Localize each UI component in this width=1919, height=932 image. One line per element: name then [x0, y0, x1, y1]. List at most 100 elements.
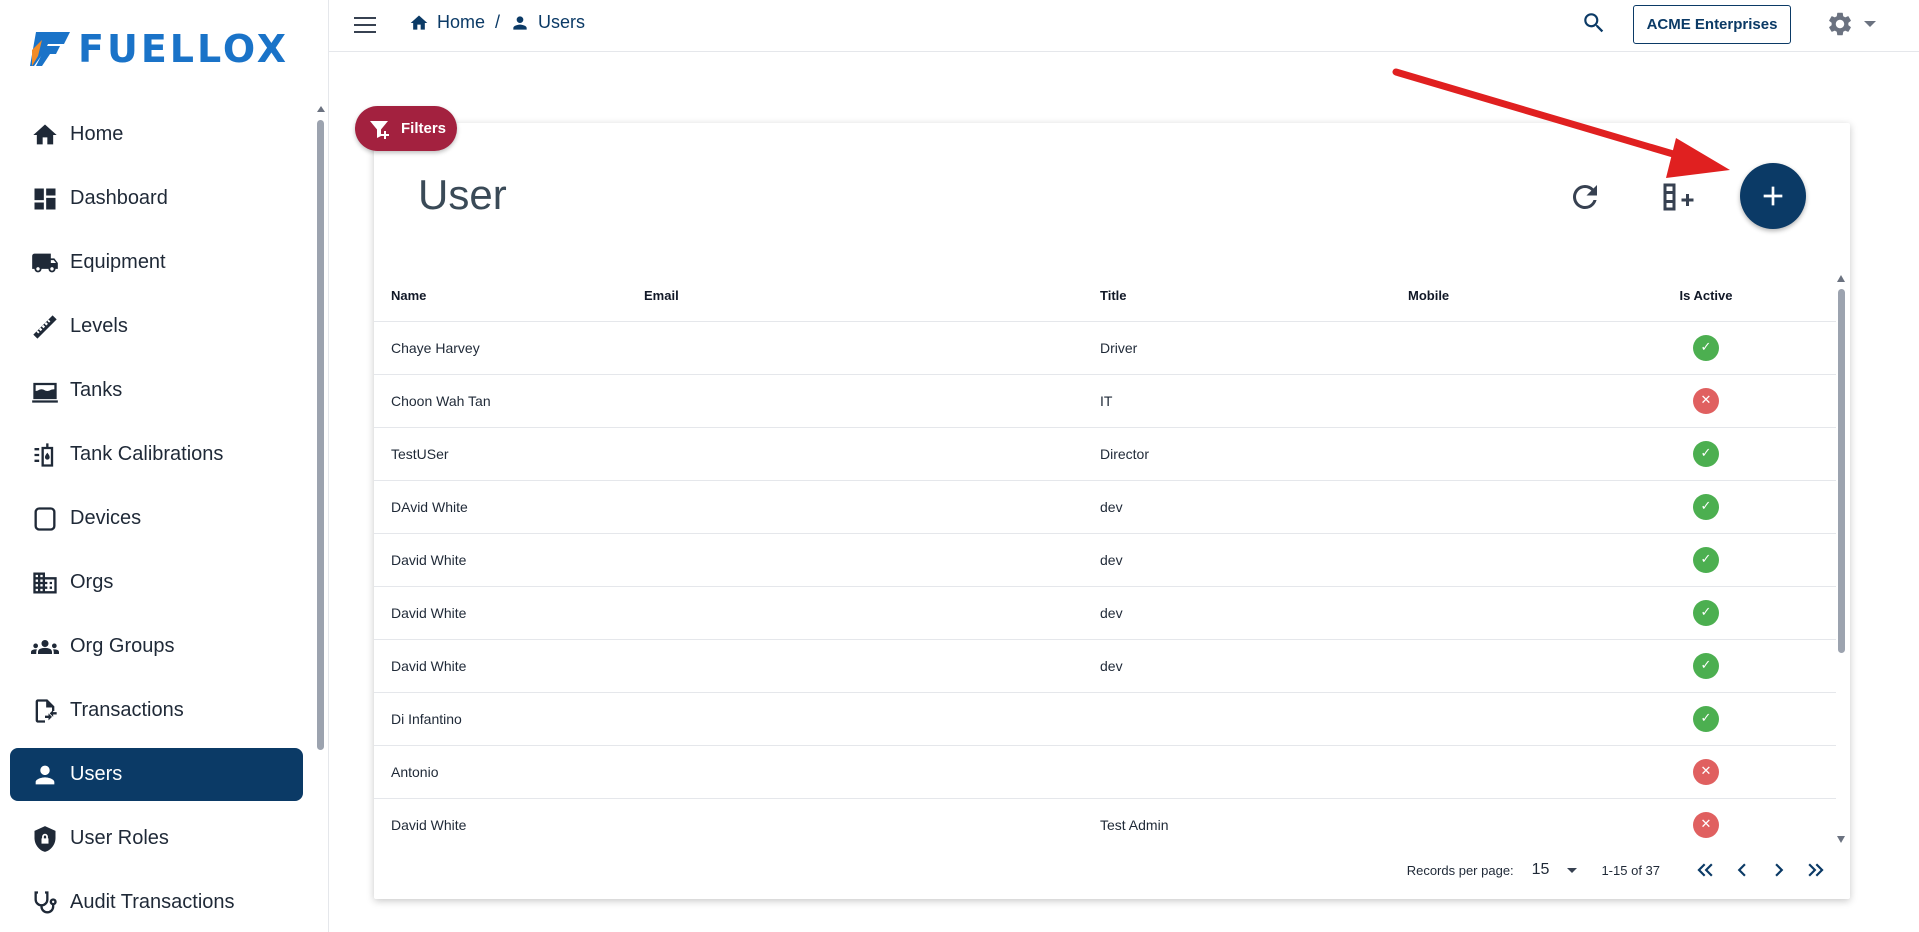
cell-email [627, 745, 1083, 799]
sidebar-item-levels[interactable]: Levels [10, 300, 303, 353]
breadcrumb-home[interactable]: Home [409, 12, 485, 33]
sidebar-item-equipment[interactable]: Equipment [10, 236, 303, 289]
sidebar-item-org-groups[interactable]: Org Groups [10, 620, 303, 673]
sidebar-item-label: Orgs [70, 571, 114, 593]
column-header-name[interactable]: Name [374, 271, 627, 322]
table-row[interactable]: David White dev ✓ [374, 639, 1836, 693]
column-header-email[interactable]: Email [627, 271, 1083, 322]
table-header-row: Name Email Title Mobile Is Active [374, 271, 1836, 322]
next-page-button[interactable] [1765, 856, 1793, 884]
column-header-mobile[interactable]: Mobile [1391, 271, 1576, 322]
check-icon: ✓ [1693, 440, 1719, 467]
cell-mobile [1391, 692, 1576, 746]
brand-logo[interactable]: FUELLOX [30, 30, 289, 68]
records-per-page-select[interactable]: 15 [1532, 861, 1578, 879]
scroll-up-arrow-icon[interactable] [317, 106, 325, 112]
sidebar-item-orgs[interactable]: Orgs [10, 556, 303, 609]
close-icon: ✕ [1693, 758, 1719, 785]
column-header-title[interactable]: Title [1083, 271, 1391, 322]
cell-mobile [1391, 480, 1576, 534]
sidebar-item-label: Tanks [70, 379, 123, 401]
sidebar-item-label: Dashboard [70, 187, 168, 209]
table-row[interactable]: David White Test Admin ✕ [374, 798, 1836, 843]
cell-mobile [1391, 374, 1576, 428]
sidebar-scrollbar[interactable] [316, 106, 325, 932]
table-row[interactable]: TestUSer Director ✓ [374, 427, 1836, 481]
breadcrumb: Home / Users [409, 12, 585, 33]
fuellox-logo-icon [30, 32, 70, 66]
sidebar-item-label: Levels [70, 315, 128, 337]
column-header-is-active[interactable]: Is Active [1576, 271, 1836, 322]
table-row[interactable]: Antonio ✕ [374, 745, 1836, 799]
last-page-button[interactable] [1802, 856, 1830, 884]
chevron-right-icon [1775, 863, 1784, 877]
records-per-page-value: 15 [1531, 861, 1550, 878]
filters-button[interactable]: Filters [355, 106, 457, 151]
ruler-icon [30, 312, 60, 342]
table-row[interactable]: DAvid White dev ✓ [374, 480, 1836, 534]
search-button[interactable] [1581, 10, 1609, 38]
table-row[interactable]: Choon Wah Tan IT ✕ [374, 374, 1836, 428]
double-chevron-right-icon [1808, 863, 1824, 877]
scroll-down-arrow-icon[interactable] [1837, 836, 1845, 843]
table-row[interactable]: Chaye Harvey Driver ✓ [374, 321, 1836, 375]
previous-page-button[interactable] [1728, 856, 1756, 884]
sidebar-item-user-roles[interactable]: User Roles [10, 812, 303, 865]
cell-mobile [1391, 427, 1576, 481]
refresh-icon [1572, 184, 1597, 209]
cell-title: dev [1083, 533, 1391, 587]
settings-menu-button[interactable] [1826, 10, 1876, 38]
cell-title [1083, 692, 1391, 746]
cell-name: David White [374, 586, 627, 640]
building-icon [30, 568, 60, 598]
cell-title: dev [1083, 480, 1391, 534]
sidebar-item-transactions[interactable]: Transactions [10, 684, 303, 737]
table-row[interactable]: David White dev ✓ [374, 586, 1836, 640]
org-selector-button[interactable]: ACME Enterprises [1633, 5, 1791, 44]
filter-add-icon [370, 120, 389, 139]
groups-icon [30, 632, 60, 662]
cell-is-active: ✕ [1576, 745, 1836, 799]
top-bar: Home / Users ACME Enterprises [329, 0, 1919, 52]
double-chevron-left-icon [1697, 863, 1713, 877]
sidebar-item-tanks[interactable]: Tanks [10, 364, 303, 417]
cell-mobile [1391, 798, 1576, 843]
search-icon [1584, 13, 1604, 33]
add-column-icon [1663, 183, 1694, 211]
scrollbar-thumb[interactable] [317, 120, 324, 750]
add-column-button[interactable] [1659, 179, 1699, 219]
scrollbar-thumb[interactable] [1838, 289, 1845, 653]
cell-mobile [1391, 639, 1576, 693]
sidebar-item-label: Users [70, 763, 123, 785]
sidebar-item-dashboard[interactable]: Dashboard [10, 172, 303, 225]
table-row[interactable]: Di Infantino ✓ [374, 692, 1836, 746]
page-title: User [418, 171, 507, 218]
breadcrumb-users[interactable]: Users [510, 12, 585, 33]
sidebar: FUELLOX Home Dashboard Equipment Levels … [0, 0, 329, 932]
sidebar-item-home[interactable]: Home [10, 108, 303, 161]
cell-name: David White [374, 798, 627, 843]
sidebar-item-users[interactable]: Users [10, 748, 303, 801]
gear-icon [1829, 12, 1851, 36]
cell-name: DAvid White [374, 480, 627, 534]
first-page-button[interactable] [1691, 856, 1719, 884]
cell-email [627, 427, 1083, 481]
sidebar-item-tank-calibrations[interactable]: Tank Calibrations [10, 428, 303, 481]
sidebar-item-audit-transactions[interactable]: Audit Transactions [10, 876, 303, 929]
cell-email [627, 533, 1083, 587]
chevron-down-icon [1567, 867, 1578, 873]
refresh-button[interactable] [1567, 179, 1605, 217]
cell-name: Antonio [374, 745, 627, 799]
scroll-up-arrow-icon[interactable] [1837, 275, 1845, 282]
sidebar-item-devices[interactable]: Devices [10, 492, 303, 545]
table-scrollbar[interactable] [1837, 275, 1846, 843]
hamburger-menu-button[interactable] [354, 12, 380, 38]
calibration-icon [30, 440, 60, 470]
add-user-button[interactable] [1740, 163, 1806, 229]
cell-email [627, 374, 1083, 428]
cell-is-active: ✕ [1576, 798, 1836, 843]
table-row[interactable]: David White dev ✓ [374, 533, 1836, 587]
table-body: Chaye Harvey Driver ✓ Choon Wah Tan IT ✕ TestU… [374, 321, 1836, 843]
home-icon [410, 15, 428, 30]
cell-name: TestUSer [374, 427, 627, 481]
